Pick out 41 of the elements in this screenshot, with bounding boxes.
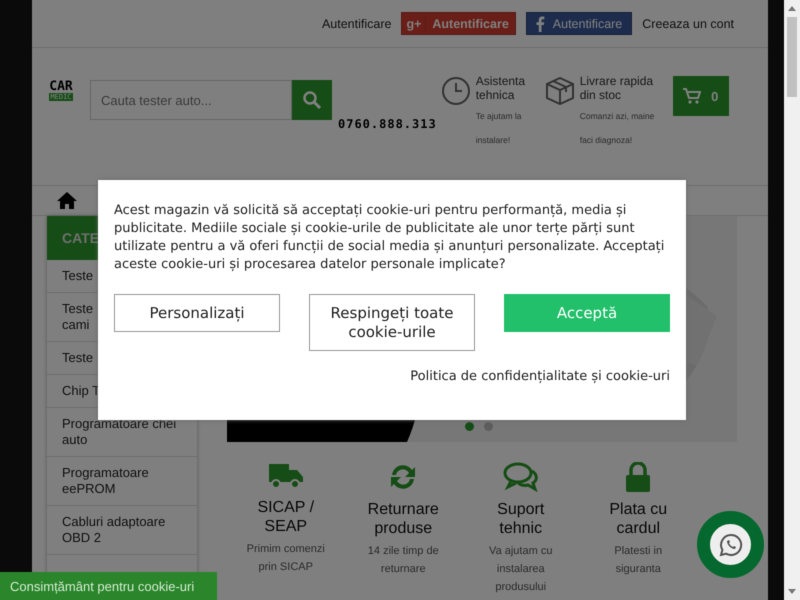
info-title: Livrare rapida din stoc <box>580 74 654 102</box>
cookie-option-button[interactable]: Personalizați <box>114 294 280 332</box>
scrollbar[interactable] <box>784 0 800 600</box>
category-item[interactable]: Programatoare eePROM <box>47 457 197 506</box>
feature-text: Platesti in siguranta <box>613 544 664 577</box>
info-subtitle: Comanzi azi, maine faci diagnoza! <box>580 110 656 147</box>
phone-number: 0760.888.313 <box>338 117 437 131</box>
feature-title: Plata cu cardul <box>608 500 668 538</box>
box-icon <box>544 76 575 106</box>
scroll-up-icon[interactable] <box>788 6 796 11</box>
feature-text: 14 zile timp de returnare <box>366 544 440 577</box>
privacy-policy-link[interactable]: Politica de confidențialitate și cookie-uri <box>410 369 670 384</box>
feature-title: Returnare produse <box>366 500 440 538</box>
cookie-option-button[interactable]: Respingeți toate cookie-urile <box>309 294 475 351</box>
feature-text: Va ajutam cu instalarea produsului <box>488 544 554 595</box>
search-field[interactable]: Cauta tester auto... <box>90 80 292 120</box>
feature-title: SICAP / SEAP <box>256 498 316 536</box>
cart-button[interactable]: 0 <box>672 76 729 116</box>
category-item[interactable]: Cabluri adaptoare OBD 2 <box>47 506 197 555</box>
lock-icon <box>626 462 650 492</box>
scroll-thumb[interactable] <box>787 17 797 97</box>
truck-icon <box>268 462 303 490</box>
accept-button[interactable]: Acceptă <box>504 294 670 332</box>
login-link[interactable]: Autentificare <box>322 16 392 30</box>
search-button[interactable] <box>292 80 332 120</box>
facebook-login-button[interactable]: Autentificare <box>526 12 632 35</box>
feature-text: Primim comenzi prin SICAP <box>246 542 326 575</box>
register-link[interactable]: Creeaza un cont <box>642 16 734 30</box>
home-icon[interactable] <box>57 192 77 209</box>
search-icon <box>302 90 322 110</box>
chat-bubble-icon <box>718 532 742 556</box>
info-subtitle: Te ajutam la instalare! <box>476 110 523 147</box>
scroll-down-icon[interactable] <box>788 589 796 594</box>
facebook-icon <box>534 16 545 32</box>
feature-title: Suport tehnic <box>496 500 546 538</box>
google-login-button[interactable]: g+ Autentificare <box>401 12 516 35</box>
cookie-consent-tab[interactable]: Consimțământ pentru cookie-uri <box>0 572 217 600</box>
info-title: Asistenta tehnica <box>476 74 526 102</box>
clock-icon <box>440 76 471 106</box>
cart-icon <box>683 88 702 104</box>
chat-icon <box>502 462 539 492</box>
